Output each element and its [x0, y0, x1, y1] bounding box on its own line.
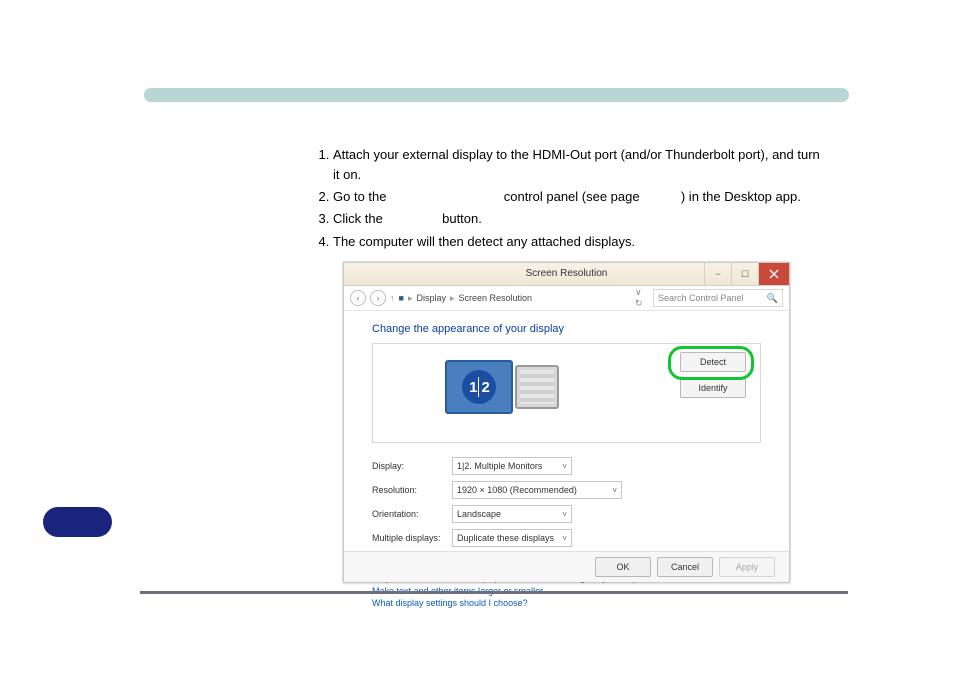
search-icon: 🔍: [767, 293, 778, 304]
orientation-value: Landscape: [457, 509, 501, 519]
monitor-num-1: 1: [468, 379, 477, 396]
multiple-label: Multiple displays:: [372, 533, 452, 543]
display-value: 1|2. Multiple Monitors: [457, 461, 542, 471]
maximize-button[interactable]: ☐: [731, 263, 758, 285]
multiple-select[interactable]: Duplicate these displays˅: [452, 529, 572, 547]
panel-heading: Change the appearance of your display: [372, 323, 761, 335]
display-preview: 12 Detect Identify: [372, 343, 761, 443]
step-3-b: button.: [442, 211, 482, 226]
search-placeholder: Search Control Panel: [658, 293, 744, 303]
cancel-button[interactable]: Cancel: [657, 557, 713, 577]
orientation-select[interactable]: Landscape˅: [452, 505, 572, 523]
monitor-1-2[interactable]: 12: [445, 360, 513, 414]
display-select[interactable]: 1|2. Multiple Monitors˅: [452, 457, 572, 475]
screen-resolution-window: Screen Resolution − ☐ ‹ › ↑ ■ ▸ Display …: [343, 262, 790, 583]
minimize-button[interactable]: −: [704, 263, 731, 285]
search-input[interactable]: Search Control Panel 🔍: [653, 289, 783, 307]
step-4: The computer will then detect any attach…: [333, 232, 827, 252]
close-button[interactable]: [758, 263, 789, 285]
step-3-a: Click the: [333, 211, 383, 226]
address-bar: ‹ › ↑ ■ ▸ Display ▸ Screen Resolution ∨ …: [344, 286, 789, 311]
step-3: Click the button.: [333, 209, 827, 229]
multiple-value: Duplicate these displays: [457, 533, 554, 543]
breadcrumb[interactable]: ■ ▸ Display ▸ Screen Resolution: [399, 293, 632, 304]
row-multiple: Multiple displays: Duplicate these displ…: [372, 529, 761, 547]
detect-button[interactable]: Detect: [680, 352, 746, 372]
monitor-num-2: 2: [481, 379, 490, 396]
window-title: Screen Resolution: [526, 263, 608, 285]
display-label: Display:: [372, 461, 452, 471]
instruction-list: Attach your external display to the HDMI…: [307, 145, 827, 254]
forward-button[interactable]: ›: [370, 290, 386, 306]
breadcrumb-screenres[interactable]: Screen Resolution: [459, 293, 533, 303]
step-1: Attach your external display to the HDMI…: [333, 145, 827, 185]
row-display: Display: 1|2. Multiple Monitors˅: [372, 457, 761, 475]
row-resolution: Resolution: 1920 × 1080 (Recommended)˅: [372, 481, 761, 499]
step-2-a: Go to the: [333, 189, 386, 204]
margin-pill: [43, 507, 112, 537]
window-footer: OK Cancel Apply: [344, 551, 789, 582]
orientation-label: Orientation:: [372, 509, 452, 519]
resolution-value: 1920 × 1080 (Recommended): [457, 485, 577, 495]
monitor-extra[interactable]: [515, 365, 559, 409]
up-icon[interactable]: ↑: [390, 293, 395, 303]
ok-button[interactable]: OK: [595, 557, 651, 577]
step-2-b: control panel (see page: [504, 189, 640, 204]
back-button[interactable]: ‹: [350, 290, 366, 306]
footer-rule: [140, 591, 848, 594]
resolution-select[interactable]: 1920 × 1080 (Recommended)˅: [452, 481, 622, 499]
step-2: Go to the control panel (see page ) in t…: [333, 187, 827, 207]
breadcrumb-display[interactable]: Display: [416, 293, 446, 303]
apply-button[interactable]: Apply: [719, 557, 775, 577]
resolution-label: Resolution:: [372, 485, 452, 495]
heading-rule: [144, 88, 849, 102]
identify-button[interactable]: Identify: [680, 378, 746, 398]
step-2-c: ) in the Desktop app.: [681, 189, 801, 204]
which-settings-link[interactable]: What display settings should I choose?: [372, 598, 761, 608]
window-titlebar: Screen Resolution − ☐: [344, 263, 789, 286]
refresh-icon[interactable]: ∨ ↻: [635, 287, 649, 309]
row-orientation: Orientation: Landscape˅: [372, 505, 761, 523]
